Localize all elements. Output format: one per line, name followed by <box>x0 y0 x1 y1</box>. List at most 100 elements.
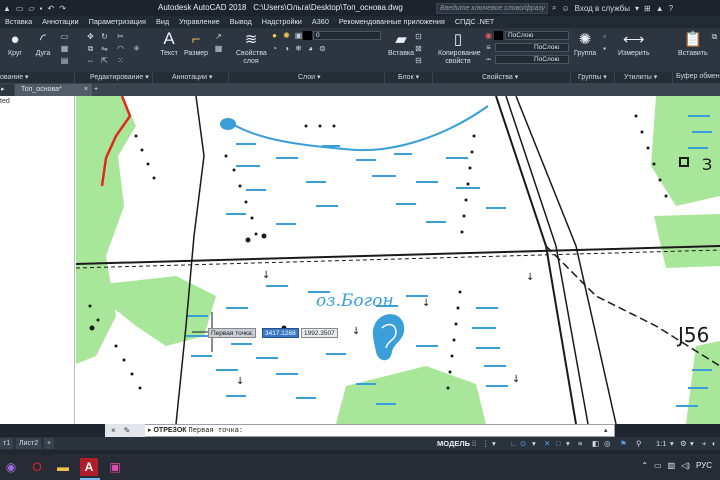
group-tool[interactable]: ✺ Группа <box>574 30 596 58</box>
tab-current-file[interactable]: Топ_основа* × <box>15 84 92 96</box>
panel-draw-label[interactable]: ование ▾ <box>0 73 29 81</box>
move-icon[interactable]: ✥ <box>86 32 95 41</box>
tab-insert[interactable]: Вставка <box>0 16 37 28</box>
rotate-icon[interactable]: ↻ <box>100 32 109 41</box>
chevron-up-icon[interactable]: ⌃ <box>641 461 648 470</box>
tab-addins[interactable]: Надстройки <box>257 16 307 28</box>
search-input[interactable]: Введите ключевое слово/фразу <box>436 3 548 14</box>
tab-annotations[interactable]: Аннотации <box>37 16 83 28</box>
panel-modify-label[interactable]: Редактирование ▾ <box>90 73 149 81</box>
region-icon[interactable]: ▤ <box>60 56 69 65</box>
command-history-icon[interactable]: ▴ <box>604 426 608 434</box>
close-icon[interactable]: × <box>111 426 116 435</box>
app-menu-icon[interactable]: ▲ <box>3 4 11 13</box>
volume-icon[interactable]: ◁) <box>681 461 690 470</box>
panel-block-label[interactable]: Блок ▾ <box>398 73 419 81</box>
new-tab-button[interactable]: + <box>88 84 102 96</box>
explorer-icon[interactable]: ▬ <box>54 458 72 476</box>
create-block-icon[interactable]: ⊡ <box>414 32 423 41</box>
dropdown-icon-3[interactable]: ▾ <box>566 438 570 449</box>
layer-dropdown[interactable]: 0 <box>313 31 381 40</box>
isolate-objects-icon[interactable]: ◐ <box>712 438 717 449</box>
open-icon[interactable]: ▱ <box>28 4 34 13</box>
object-snap-icon[interactable]: □ <box>556 438 561 449</box>
undo-icon[interactable]: ↶ <box>47 4 54 13</box>
viber-icon[interactable]: ◉ <box>2 458 20 476</box>
ungroup-icon[interactable]: ▫ <box>600 32 609 41</box>
network-icon[interactable]: ▥ <box>668 461 676 470</box>
sun-icon[interactable]: ✺ <box>282 31 291 40</box>
user-icon[interactable]: ☺ <box>561 4 569 13</box>
annotation-autoscale-icon[interactable]: ⚲ <box>636 438 642 449</box>
plus-icon[interactable]: + <box>702 438 706 449</box>
layout-tab-2[interactable]: Лист2 <box>16 438 42 449</box>
chevron-down-icon[interactable]: ▾ <box>635 4 639 13</box>
snap-icon[interactable]: ⋮ <box>482 438 490 449</box>
circle-tool[interactable]: ● Круг <box>6 30 24 58</box>
tab-spds[interactable]: СПДС .NET <box>450 16 499 28</box>
hatch-icon[interactable]: ▦ <box>60 44 69 53</box>
tab-parametric[interactable]: Параметризация <box>84 16 151 28</box>
isodraft-icon[interactable]: ✕ <box>544 438 550 449</box>
panel-layers-label[interactable]: Слои ▾ <box>298 73 321 81</box>
bulb-icon[interactable]: ● <box>270 31 279 40</box>
chat-icon[interactable]: ▭ <box>654 461 662 470</box>
leader-icon[interactable]: ↗ <box>214 32 223 41</box>
layer-off-icon[interactable]: ◔ <box>270 44 279 53</box>
match-properties-tool[interactable]: ▯ Копирование свойств <box>438 30 481 66</box>
ortho-icon[interactable]: ∟ <box>510 438 517 449</box>
language-indicator[interactable]: РУС <box>696 461 712 470</box>
model-space-button[interactable]: МОДЕЛЬ <box>437 438 470 449</box>
group-edit-icon[interactable]: ▪ <box>600 44 609 53</box>
scale-icon[interactable]: ⇱ <box>100 56 109 65</box>
trim-icon[interactable]: ✂ <box>116 32 125 41</box>
dropdown-icon[interactable]: ▾ <box>492 438 496 449</box>
explode-icon[interactable]: ✳ <box>132 44 141 53</box>
attribute-icon[interactable]: ⊟ <box>414 56 423 65</box>
dropdown-icon-4[interactable]: ▾ <box>670 438 674 449</box>
redo-icon[interactable]: ↷ <box>59 4 66 13</box>
workspace-gear-icon[interactable]: ⚙ <box>680 438 687 449</box>
wrench-icon[interactable]: ✎ <box>124 426 131 435</box>
topographic-map[interactable]: оз.Богон ↓ ↓ ↓ ↓ ↓ ↓ J56 З <box>76 96 720 424</box>
lock-icon[interactable]: ▣ <box>294 31 303 40</box>
panel-properties-label[interactable]: Свойства ▾ <box>482 73 518 81</box>
grid-icon[interactable]: ⁞⁞ <box>472 438 476 449</box>
copy-clip-icon[interactable]: ⧉ <box>710 32 719 41</box>
add-layout-button[interactable]: + <box>44 438 55 449</box>
search-icon[interactable]: ⌕ <box>552 3 556 13</box>
paste-tool[interactable]: 📋 Вставить <box>678 30 708 58</box>
layer-isolate-icon[interactable]: ◑ <box>282 44 291 53</box>
layer-match-icon[interactable]: ⊜ <box>318 44 327 53</box>
fillet-icon[interactable]: ◠ <box>116 44 125 53</box>
table-icon[interactable]: ▦ <box>214 44 223 53</box>
annotation-scale[interactable]: 1:1 <box>656 438 666 449</box>
insert-block-tool[interactable]: ▰ Вставка <box>388 30 414 58</box>
help-icon[interactable]: ? <box>669 4 673 13</box>
transparency-icon[interactable]: ◧ <box>592 438 599 449</box>
panel-clipboard-label[interactable]: Буфер обмен <box>676 73 720 80</box>
autocad-icon[interactable]: A <box>80 458 98 476</box>
cam-icon[interactable]: ▣ <box>106 458 124 476</box>
dynamic-input-x[interactable]: 3417.1268 <box>262 328 299 338</box>
cart-icon[interactable]: ⊞ <box>644 4 651 13</box>
tab-manage[interactable]: Управление <box>174 16 225 28</box>
dynamic-input-y[interactable]: 1992.3507 <box>301 328 338 338</box>
measure-tool[interactable]: ⟷ Измерить <box>618 30 650 58</box>
dropdown-icon-5[interactable]: ▾ <box>690 438 694 449</box>
layer-freeze-icon[interactable]: ❄ <box>294 44 303 53</box>
annotation-visibility-icon[interactable]: ⚑ <box>620 438 627 449</box>
panel-annotation-label[interactable]: Аннотации ▾ <box>172 73 212 81</box>
arc-tool[interactable]: ◜ Дуга <box>34 30 52 58</box>
tab-view[interactable]: Вид <box>151 16 174 28</box>
info-icon[interactable]: ▲ <box>656 4 664 13</box>
tab-start[interactable]: ▸ <box>0 84 14 96</box>
tab-a360[interactable]: A360 <box>307 16 334 28</box>
linetype-dropdown[interactable]: ПоСлою <box>495 55 569 64</box>
layer-lock-icon[interactable]: ◕ <box>306 44 315 53</box>
array-icon[interactable]: ⁙ <box>116 56 125 65</box>
copy-icon[interactable]: ⧉ <box>86 44 95 53</box>
layout-tab-1[interactable]: т1 <box>0 438 14 449</box>
selection-cycling-icon[interactable]: ◎ <box>604 438 611 449</box>
rectangle-icon[interactable]: ▭ <box>60 32 69 41</box>
